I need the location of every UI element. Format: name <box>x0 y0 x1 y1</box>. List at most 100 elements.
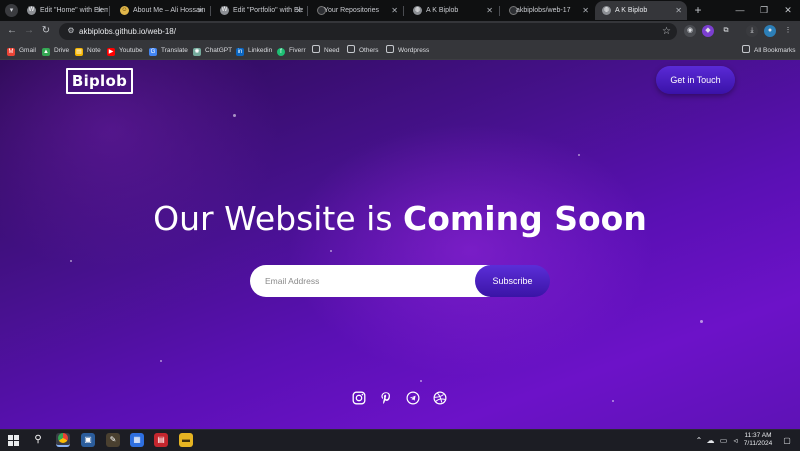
bookmark-folder-wordpress[interactable]: Wordpress <box>386 42 429 60</box>
globe-icon: ◍ <box>602 6 611 15</box>
taskbar-clock[interactable]: 11:37 AM 7/11/2024 <box>740 432 776 448</box>
minimize-button[interactable]: — <box>728 2 752 18</box>
tab-divider <box>210 6 211 16</box>
bookmark-fiverr[interactable]: f Fiverr <box>277 42 306 60</box>
tab-1[interactable]: ☺ About Me – Ali Hossain ✕ <box>113 1 209 20</box>
notes-icon[interactable]: ✎ <box>106 433 120 447</box>
address-bar[interactable]: ⚙ akbiplobs.github.io/web-18/ ☆ <box>59 23 677 40</box>
close-icon[interactable]: ✕ <box>96 1 103 20</box>
background-star <box>700 320 703 323</box>
telegram-icon[interactable] <box>406 391 420 405</box>
downloads-icon[interactable]: ⤓ <box>746 25 758 37</box>
note-icon: ▤ <box>75 48 83 56</box>
linkedin-icon: in <box>236 48 244 56</box>
bookmark-gmail[interactable]: M Gmail <box>7 42 36 60</box>
dribbble-icon[interactable] <box>433 391 447 405</box>
profile-avatar[interactable]: ● <box>764 25 776 37</box>
wordpress-icon: W <box>220 6 229 15</box>
restore-button[interactable]: ❐ <box>752 2 776 18</box>
bookmark-youtube[interactable]: ▶ Youtube <box>107 42 143 60</box>
extension-icon[interactable]: ◆ <box>702 25 714 37</box>
tab-divider <box>109 6 110 16</box>
tab-0[interactable]: W Edit "Home" with Eleme ✕ <box>20 1 108 20</box>
all-bookmarks[interactable]: All Bookmarks <box>742 42 796 60</box>
bookmark-folder-need[interactable]: Need <box>312 42 340 60</box>
tab-strip: ▾ W Edit "Home" with Eleme ✕ ☺ About Me … <box>0 0 800 21</box>
close-icon[interactable]: ✕ <box>582 1 589 20</box>
close-icon[interactable]: ✕ <box>295 1 302 20</box>
cloud-icon[interactable]: ☁ <box>705 430 716 451</box>
chrome-icon[interactable] <box>56 433 70 447</box>
smiley-icon: ☺ <box>120 6 129 15</box>
bookmark-label: Translate <box>161 47 188 54</box>
tab-title: About Me – Ali Hossain <box>133 7 206 14</box>
page-headline: Our Website is Coming Soon <box>0 198 800 240</box>
email-input[interactable] <box>250 265 490 297</box>
bookmark-label: Fiverr <box>289 47 306 54</box>
new-tab-button[interactable]: + <box>692 3 704 17</box>
tab-title: Your Repositories <box>324 7 379 14</box>
bookmark-linkedin[interactable]: in Linkedin <box>236 42 272 60</box>
office-icon[interactable]: ▤ <box>154 433 168 447</box>
bookmark-folder-others[interactable]: Others <box>347 42 379 60</box>
pinterest-icon[interactable] <box>379 391 393 405</box>
back-button[interactable]: ← <box>5 24 19 38</box>
tab-divider <box>499 6 500 16</box>
camera-extension-icon[interactable]: ◉ <box>684 25 696 37</box>
drive-icon: ▲ <box>42 48 50 56</box>
close-icon[interactable]: ✕ <box>486 1 493 20</box>
folder-icon <box>347 45 355 53</box>
bookmark-translate[interactable]: G Translate <box>149 42 188 60</box>
background-star <box>330 250 332 252</box>
bookmark-label: Youtube <box>119 47 143 54</box>
store-icon[interactable]: ▦ <box>130 433 144 447</box>
close-window-button[interactable]: ✕ <box>776 2 800 18</box>
bookmark-label: Linkedin <box>248 47 273 54</box>
battery-icon[interactable]: ▭ <box>718 430 729 451</box>
remote-desktop-icon[interactable]: ▣ <box>81 433 95 447</box>
bookmark-label: ChatGPT <box>205 47 233 54</box>
instagram-icon[interactable] <box>352 391 366 405</box>
close-icon[interactable]: ✕ <box>675 1 682 20</box>
site-logo[interactable]: Biplob <box>66 68 133 94</box>
get-in-touch-button[interactable]: Get in Touch <box>656 66 735 94</box>
bookmark-chatgpt[interactable]: ✺ ChatGPT <box>193 42 232 60</box>
all-bookmarks-label: All Bookmarks <box>754 47 796 54</box>
tab-title: A K Biplob <box>426 7 459 14</box>
bookmark-label: Others <box>359 47 379 54</box>
tab-search-button[interactable]: ▾ <box>5 4 18 17</box>
search-icon[interactable]: ⚲ <box>31 433 45 447</box>
file-explorer-icon[interactable]: ▬ <box>179 433 193 447</box>
wordpress-icon: W <box>27 6 36 15</box>
address-text[interactable]: akbiplobs.github.io/web-18/ <box>79 23 176 40</box>
tab-6-active[interactable]: ◍ A K Biplob ✕ <box>595 1 687 20</box>
reload-button[interactable]: ↻ <box>39 24 53 38</box>
bookmark-star-icon[interactable]: ☆ <box>662 24 671 39</box>
windows-start-icon[interactable] <box>8 435 19 446</box>
tab-divider <box>307 6 308 16</box>
globe-icon: ◍ <box>413 6 422 15</box>
bookmark-label: Drive <box>54 47 70 54</box>
bookmark-label: Wordpress <box>398 47 430 54</box>
background-star <box>420 380 422 382</box>
close-icon[interactable]: ✕ <box>197 1 204 20</box>
tab-3[interactable]: Your Repositories ✕ <box>310 1 403 20</box>
chevron-up-icon[interactable]: ⌃ <box>694 430 704 451</box>
tab-5[interactable]: akbiplobs/web-17 ✕ <box>502 1 594 20</box>
tab-2[interactable]: W Edit "Portfolio" with Ele ✕ <box>213 1 307 20</box>
tab-4[interactable]: ◍ A K Biplob ✕ <box>406 1 498 20</box>
subscribe-button[interactable]: Subscribe <box>475 265 550 297</box>
site-info-icon[interactable]: ⚙ <box>65 25 77 37</box>
chatgpt-icon: ✺ <box>193 48 201 56</box>
menu-icon[interactable]: ⋮ <box>782 25 794 37</box>
background-star <box>233 114 236 117</box>
bookmark-drive[interactable]: ▲ Drive <box>42 42 69 60</box>
folder-icon <box>386 45 394 53</box>
puzzle-extensions-icon[interactable]: ⧉ <box>720 25 732 37</box>
bookmarks-bar: M Gmail ▲ Drive ▤ Note ▶ Youtube G Translate … <box>0 42 800 60</box>
background-star <box>160 360 162 362</box>
notification-icon[interactable]: ▢ <box>781 430 793 451</box>
close-icon[interactable]: ✕ <box>391 1 398 20</box>
bookmark-note[interactable]: ▤ Note <box>75 42 101 60</box>
forward-button[interactable]: → <box>22 24 36 38</box>
